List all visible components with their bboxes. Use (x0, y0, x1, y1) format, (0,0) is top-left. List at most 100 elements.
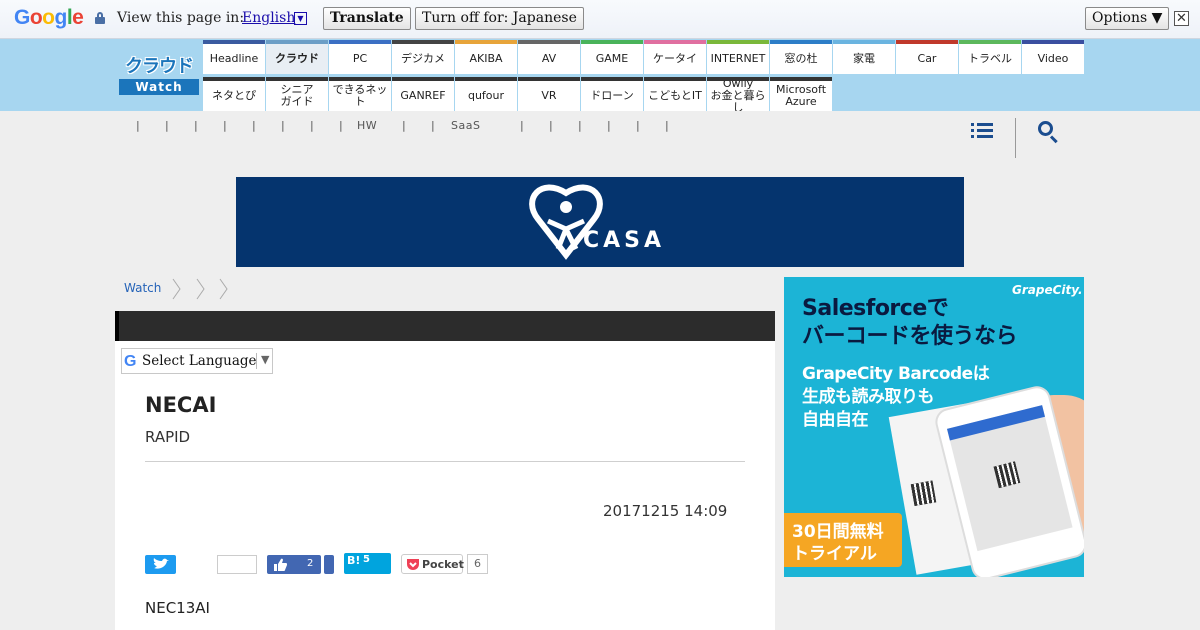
translate-bar: Google View this page in: English ▼ Tran… (0, 0, 1200, 39)
article-title: NECAI (145, 393, 217, 417)
divider (256, 353, 257, 369)
sub-nav-divider: | (636, 119, 641, 132)
category-bar (115, 311, 775, 341)
article-text: NEC13AI (145, 599, 210, 617)
banner-brand: CASA (583, 228, 666, 253)
pocket-button[interactable]: Pocket (401, 554, 464, 574)
sub-nav-divider: | (549, 119, 554, 132)
twitter-count (217, 555, 257, 574)
translate-button[interactable]: Translate (323, 7, 411, 30)
menu-icon[interactable] (971, 121, 993, 139)
sub-nav-divider: | (223, 119, 228, 132)
sub-nav-divider: | (431, 119, 436, 132)
facebook-extra-button[interactable] (324, 555, 334, 574)
nav-item[interactable]: PC (329, 40, 391, 74)
free-trial-cta[interactable]: 30日間無料 トライアル (784, 513, 902, 567)
nav-item[interactable]: GAME (581, 40, 643, 74)
chevron-down-icon: ▼ (261, 353, 270, 366)
pocket-icon (407, 559, 419, 570)
google-g-icon: G (124, 353, 137, 370)
twitter-icon (153, 558, 169, 569)
pocket-label: Pocket (422, 558, 464, 571)
article-body (115, 341, 775, 630)
nav-item[interactable]: AV (518, 40, 580, 74)
nav-item[interactable]: Headline (203, 40, 265, 74)
google-logo: Google (14, 6, 84, 29)
sub-nav-divider: | (578, 119, 583, 132)
nav-item[interactable]: Video (1022, 40, 1084, 74)
facebook-count: 2 (307, 558, 314, 569)
sub-nav-item[interactable]: SaaS (451, 119, 480, 132)
chevron-right-icon (219, 278, 228, 300)
article-date: 20171215 14:09 (603, 502, 728, 520)
language-dropdown-icon[interactable]: ▼ (294, 12, 307, 25)
sub-nav-item[interactable]: HW (357, 119, 377, 132)
nav-item[interactable]: ネタとぴ (203, 77, 265, 111)
ad-brand: GrapeCity. (1012, 283, 1083, 297)
qr-code-icon (993, 461, 1021, 489)
sub-nav-divider: | (665, 119, 670, 132)
sub-nav-divider: | (520, 119, 525, 132)
chevron-right-icon (172, 278, 181, 300)
ad-banner[interactable] (236, 177, 964, 267)
nav-item[interactable]: 家電 (833, 40, 895, 74)
sub-nav-divider: | (281, 119, 286, 132)
qr-code-icon (910, 480, 937, 507)
select-language-label: Select Language (142, 353, 257, 369)
chevron-right-icon (196, 278, 205, 300)
nav-item[interactable]: ケータイ (644, 40, 706, 74)
sub-nav-divider: | (339, 119, 344, 132)
sub-nav-divider: | (165, 119, 170, 132)
breadcrumb-home[interactable]: Watch (124, 281, 161, 295)
nav-item[interactable]: こどもとIT (644, 77, 706, 111)
nav-item[interactable]: AKIBA (455, 40, 517, 74)
nav-item[interactable]: VR (518, 77, 580, 111)
lock-icon (95, 12, 105, 24)
phone-screen (947, 405, 1073, 552)
pocket-count: 6 (467, 554, 488, 574)
select-language[interactable]: G Select Language ▼ (121, 348, 273, 374)
sub-nav-divider: | (402, 119, 407, 132)
logo-bottom-text: Watch (119, 79, 199, 95)
nav-item[interactable]: Car (896, 40, 958, 74)
close-icon[interactable]: ✕ (1174, 11, 1189, 26)
nav-item[interactable]: INTERNET (707, 40, 769, 74)
sidebar-ad[interactable]: GrapeCity. Salesforceで バーコードを使うなら GrapeC… (784, 277, 1084, 577)
thumbs-up-icon (274, 558, 287, 571)
site-nav: Headline クラウド PC デジカメ AKIBA AV GAME ケータイ INTERNE… (203, 40, 1085, 111)
site-logo[interactable]: クラウド Watch (119, 55, 199, 96)
nav-item[interactable]: Owlly お金と暮らし (707, 77, 769, 111)
hatena-count: 5 (363, 554, 370, 565)
nav-item[interactable]: デジカメ (392, 40, 454, 74)
divider (1015, 118, 1016, 158)
options-button[interactable]: Options ▼ (1085, 7, 1170, 30)
sub-nav-divider: | (607, 119, 612, 132)
nav-item[interactable]: GANREF (392, 77, 454, 111)
nav-item[interactable]: 窓の杜 (770, 40, 832, 74)
view-page-text: View this page in: (117, 10, 245, 26)
nav-item[interactable]: qufour (455, 77, 517, 111)
ad-headline: Salesforceで バーコードを使うなら (802, 296, 1018, 349)
nav-item[interactable]: クラウド (266, 40, 328, 74)
article-subtitle: RAPID (145, 428, 191, 446)
hatena-label: B! (347, 554, 361, 567)
sub-nav-divider: | (194, 119, 199, 132)
heart-logo-icon (529, 184, 603, 260)
hatena-bookmark-button[interactable]: B! 5 (344, 553, 391, 574)
nav-item[interactable]: シニア ガイド (266, 77, 328, 111)
nav-item[interactable]: トラベル (959, 40, 1021, 74)
sub-nav-divider: | (252, 119, 257, 132)
turn-off-button[interactable]: Turn off for: Japanese (415, 7, 584, 30)
sub-nav-divider: | (136, 119, 141, 132)
twitter-share-button[interactable] (145, 555, 176, 574)
sub-nav-divider: | (310, 119, 315, 132)
nav-item[interactable]: できるネット (329, 77, 391, 111)
search-icon[interactable] (1038, 121, 1060, 144)
logo-top-text: クラウド (125, 56, 194, 77)
nav-item[interactable]: Microsoft Azure (770, 77, 832, 111)
divider (145, 461, 745, 462)
nav-item[interactable]: ドローン (581, 77, 643, 111)
screen-header (947, 405, 1045, 441)
facebook-like-button[interactable]: 2 (267, 555, 321, 574)
language-link[interactable]: English (242, 10, 295, 26)
